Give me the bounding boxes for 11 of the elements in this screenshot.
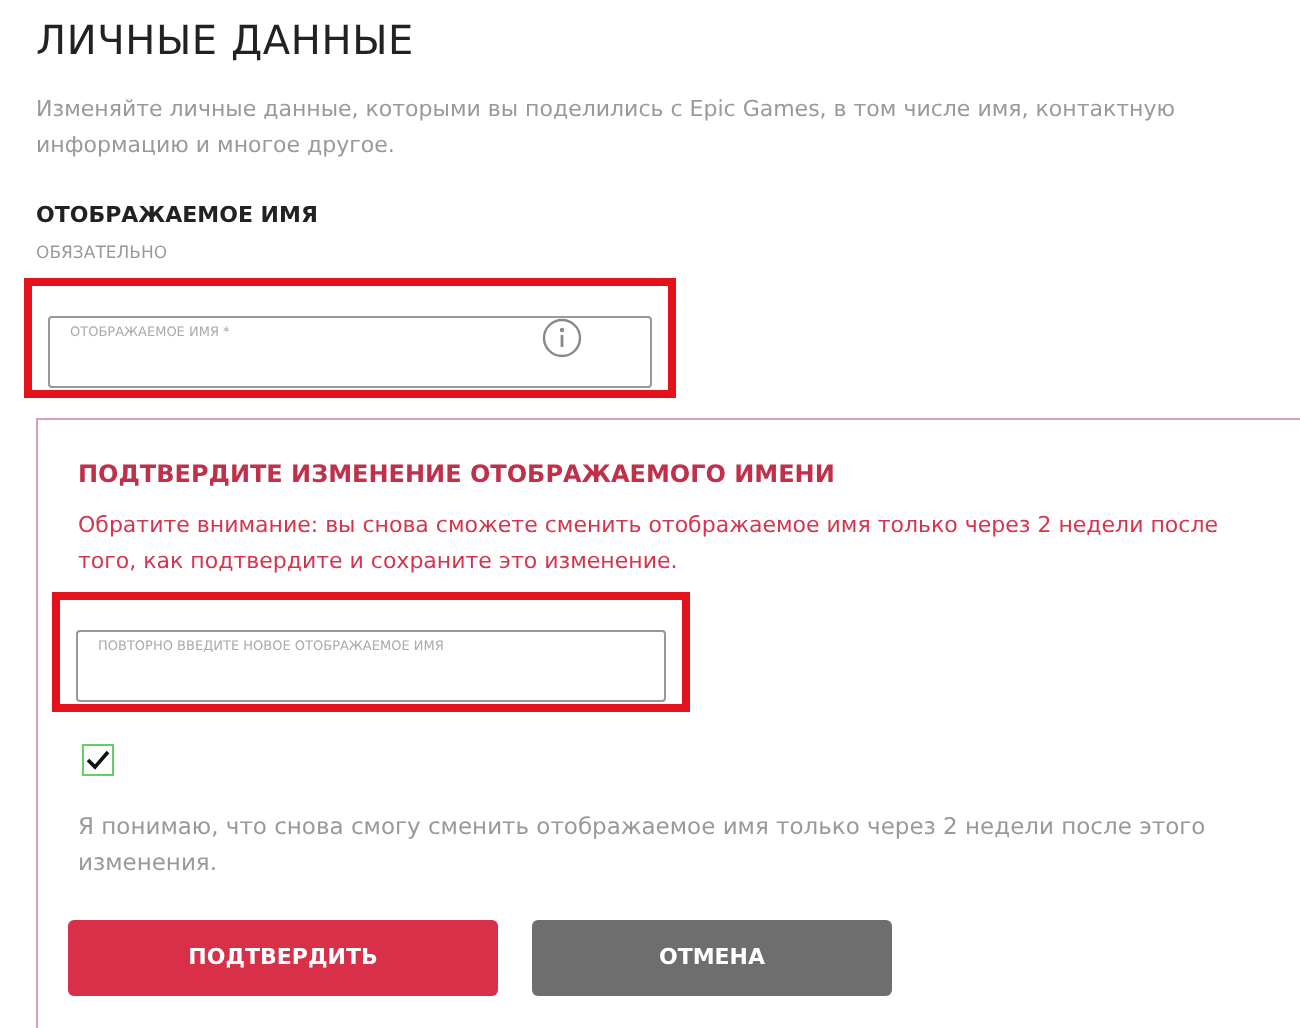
warning-text: Обратите внимание: вы снова сможете сменить отображаемое имя только через 2 недели после того, как подтвердите и сохраните это изменение.	[78, 510, 1220, 579]
checkbox[interactable]	[82, 744, 114, 777]
checkbox-label: Я понимаю, что снова смогу сменить отображаемое имя только через 2 недели после этого изменения.	[78, 810, 1208, 881]
confirm-button[interactable]: ПОДТВЕРДИТЬ	[68, 920, 498, 997]
info-icon[interactable]	[542, 318, 582, 359]
page-title: ЛИЧНЫЕ ДАННЫЕ	[36, 16, 416, 64]
cancel-button[interactable]: ОТМЕНА	[532, 920, 892, 997]
description: Изменяйте личные данные, которыми вы поделились с Epic Games, в том числе имя, контактную информацию и многое другое.	[36, 94, 1177, 162]
section-label: ОТОБРАЖАЕМОЕ ИМЯ	[36, 200, 320, 232]
panel-title: ПОДТВЕРДИТЕ ИЗМЕНЕНИЕ ОТОБРАЖАЕМОГО ИМЕНИ	[78, 458, 837, 493]
required-note: ОБЯЗАТЕЛЬНО	[36, 241, 170, 267]
